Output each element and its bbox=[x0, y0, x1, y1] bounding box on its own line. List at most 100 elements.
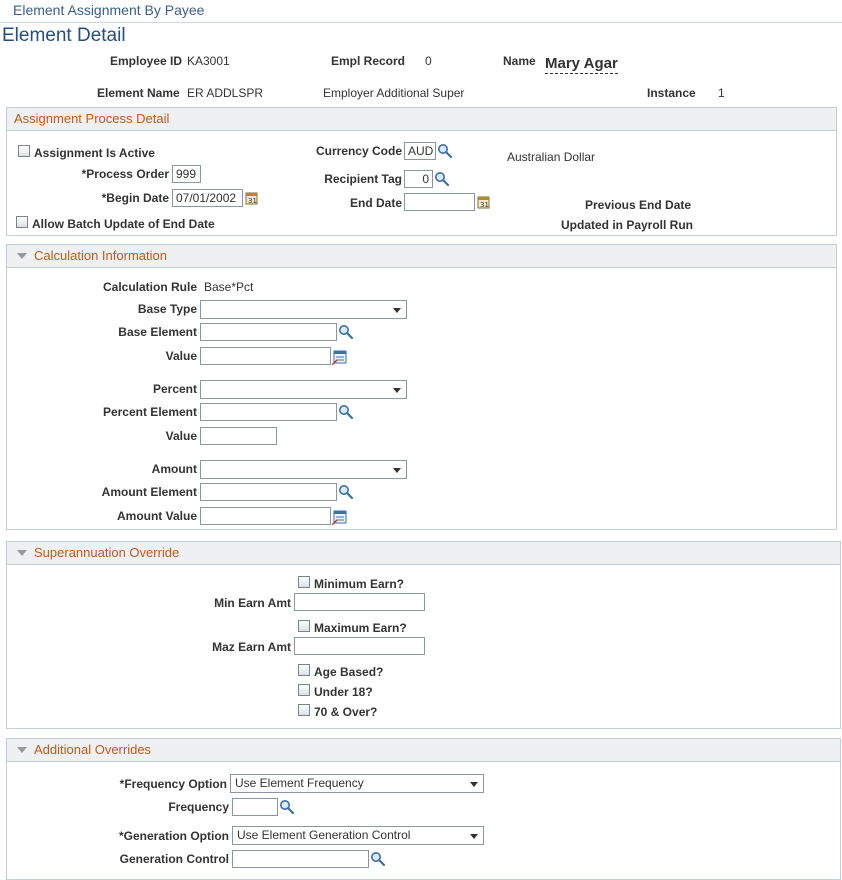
superannuation-override-section: Superannuation Override Minimum Earn? Mi… bbox=[6, 541, 841, 729]
dropdown-caret-icon bbox=[470, 782, 478, 787]
header-divider bbox=[0, 22, 842, 23]
maximum-earn-label: Maximum Earn? bbox=[314, 621, 407, 635]
assignment-section-title: Assignment Process Detail bbox=[14, 111, 170, 126]
end-date-calendar-icon[interactable]: 31 bbox=[477, 195, 491, 209]
frequency-option-label: *Frequency Option bbox=[119, 777, 227, 791]
previous-end-date-label: Previous End Date bbox=[585, 198, 692, 212]
calculation-information-section: Calculation Information Calculation Rule… bbox=[6, 244, 837, 530]
generation-option-select[interactable]: Use Element Generation Control bbox=[232, 826, 484, 845]
min-earn-amt-label: Min Earn Amt bbox=[214, 596, 291, 610]
dropdown-caret-icon bbox=[393, 308, 401, 313]
updated-payroll-run-label: Updated in Payroll Run bbox=[561, 218, 694, 232]
under-18-checkbox[interactable] bbox=[298, 684, 310, 696]
assignment-process-section: Assignment Process Detail Assignment Is … bbox=[6, 107, 837, 236]
percent-element-input[interactable] bbox=[200, 403, 337, 421]
collapse-triangle-icon[interactable] bbox=[17, 747, 27, 753]
calculation-section-title[interactable]: Calculation Information bbox=[34, 248, 167, 263]
frequency-input[interactable] bbox=[232, 798, 278, 816]
over-70-label: 70 & Over? bbox=[314, 705, 378, 719]
generation-option-label: *Generation Option bbox=[118, 829, 229, 843]
over-70-checkbox[interactable] bbox=[298, 704, 310, 716]
generation-control-lookup-icon[interactable] bbox=[370, 851, 386, 867]
calendar-icon[interactable]: 31 bbox=[245, 191, 259, 205]
amount-value-label: Amount Value bbox=[116, 509, 197, 523]
max-earn-amt-input[interactable] bbox=[294, 637, 425, 655]
frequency-option-value: Use Element Frequency bbox=[235, 776, 364, 790]
empl-record-value: 0 bbox=[425, 54, 432, 68]
instance-label: Instance bbox=[647, 86, 696, 100]
element-name-value: ER ADDLSPR bbox=[187, 86, 264, 100]
end-date-input[interactable] bbox=[404, 193, 475, 211]
amount-element-input[interactable] bbox=[200, 483, 337, 501]
max-earn-amt-label: Maz Earn Amt bbox=[212, 640, 291, 654]
frequency-option-select[interactable]: Use Element Frequency bbox=[230, 774, 484, 793]
superannuation-section-header[interactable]: Superannuation Override bbox=[7, 542, 840, 565]
assignment-section-header: Assignment Process Detail bbox=[7, 108, 836, 131]
element-name-label: Element Name bbox=[97, 86, 180, 100]
batch-update-label: Allow Batch Update of End Date bbox=[32, 217, 215, 231]
employee-name-value[interactable]: Mary Agar bbox=[545, 55, 618, 74]
base-value-label: Value bbox=[165, 349, 197, 363]
amount-element-label: Amount Element bbox=[101, 485, 197, 499]
min-earn-amt-input[interactable] bbox=[294, 593, 425, 611]
amount-select[interactable] bbox=[200, 460, 407, 479]
batch-update-checkbox[interactable] bbox=[16, 216, 28, 228]
superannuation-section-title[interactable]: Superannuation Override bbox=[34, 545, 179, 560]
page-title: Element Detail bbox=[2, 25, 126, 46]
currency-code-input[interactable]: AUD bbox=[404, 142, 436, 160]
amount-value-input[interactable] bbox=[200, 507, 331, 525]
calculation-rule-label: Calculation Rule bbox=[102, 280, 197, 294]
amount-label: Amount bbox=[151, 462, 197, 476]
base-element-label: Base Element bbox=[118, 325, 197, 339]
collapse-triangle-icon[interactable] bbox=[17, 550, 27, 556]
element-description: Employer Additional Super bbox=[323, 86, 465, 100]
collapse-triangle-icon[interactable] bbox=[17, 253, 27, 259]
generation-control-label: Generation Control bbox=[119, 852, 229, 866]
currency-code-label: Currency Code bbox=[315, 144, 402, 158]
percent-value-label: Value bbox=[165, 429, 197, 443]
value-detail-icon[interactable] bbox=[332, 349, 348, 365]
base-element-input[interactable] bbox=[200, 323, 337, 341]
base-element-lookup-icon[interactable] bbox=[338, 324, 354, 340]
svg-text:31: 31 bbox=[480, 201, 489, 209]
instance-value: 1 bbox=[718, 86, 725, 100]
end-date-label: End Date bbox=[349, 196, 402, 210]
begin-date-input[interactable]: 07/01/2002 bbox=[172, 189, 243, 207]
percent-element-label: Percent Element bbox=[102, 405, 197, 419]
generation-control-input[interactable] bbox=[232, 850, 369, 868]
currency-lookup-icon[interactable] bbox=[437, 143, 453, 159]
process-order-input[interactable]: 999 bbox=[172, 165, 201, 183]
generation-option-value: Use Element Generation Control bbox=[237, 828, 411, 842]
assignment-active-label: Assignment Is Active bbox=[34, 146, 155, 160]
dropdown-caret-icon bbox=[470, 834, 478, 839]
base-type-label: Base Type bbox=[137, 302, 197, 316]
assignment-active-checkbox[interactable] bbox=[18, 145, 30, 157]
maximum-earn-checkbox[interactable] bbox=[298, 620, 310, 632]
name-label: Name bbox=[503, 54, 536, 68]
age-based-checkbox[interactable] bbox=[298, 664, 310, 676]
minimum-earn-checkbox[interactable] bbox=[298, 576, 310, 588]
amount-value-detail-icon[interactable] bbox=[332, 509, 348, 525]
calculation-rule-value: Base*Pct bbox=[204, 280, 254, 294]
age-based-label: Age Based? bbox=[314, 665, 384, 679]
recipient-tag-input[interactable]: 0 bbox=[404, 170, 433, 188]
recipient-tag-label: Recipient Tag bbox=[324, 172, 402, 186]
percent-label: Percent bbox=[152, 382, 197, 396]
minimum-earn-label: Minimum Earn? bbox=[314, 577, 405, 591]
percent-element-lookup-icon[interactable] bbox=[338, 404, 354, 420]
dropdown-caret-icon bbox=[393, 468, 401, 473]
frequency-label: Frequency bbox=[168, 800, 229, 814]
base-value-input[interactable] bbox=[200, 347, 331, 365]
percent-value-input[interactable] bbox=[200, 427, 277, 445]
frequency-lookup-icon[interactable] bbox=[279, 799, 295, 815]
additional-section-title[interactable]: Additional Overrides bbox=[34, 742, 151, 757]
additional-section-header[interactable]: Additional Overrides bbox=[7, 739, 840, 762]
employee-id-value: KA3001 bbox=[187, 54, 230, 68]
dropdown-caret-icon bbox=[393, 388, 401, 393]
recipient-lookup-icon[interactable] bbox=[434, 171, 450, 187]
process-order-label: *Process Order bbox=[81, 167, 169, 181]
percent-select[interactable] bbox=[200, 380, 407, 399]
calculation-section-header[interactable]: Calculation Information bbox=[7, 245, 836, 268]
amount-element-lookup-icon[interactable] bbox=[338, 484, 354, 500]
base-type-select[interactable] bbox=[200, 300, 407, 319]
